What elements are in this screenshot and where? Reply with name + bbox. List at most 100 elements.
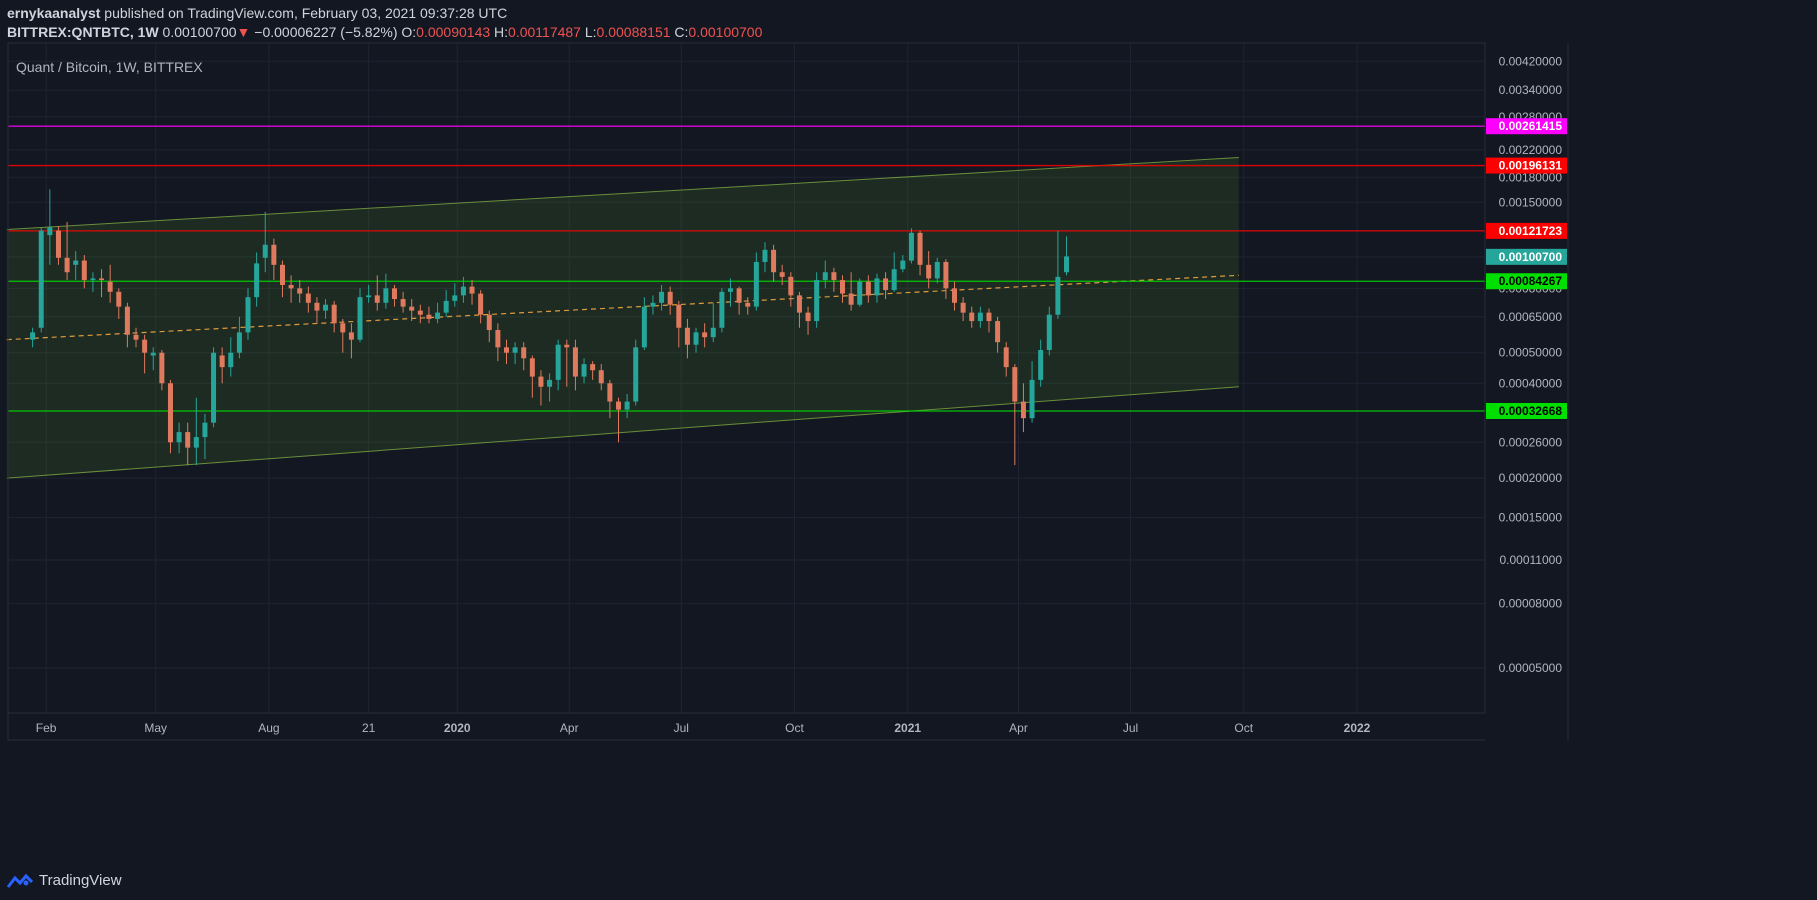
tradingview-brand[interactable]: TradingView bbox=[7, 872, 122, 889]
candle-body bbox=[38, 230, 44, 328]
tradingview-logo-icon bbox=[7, 873, 33, 888]
candle-body bbox=[753, 261, 759, 307]
candle-body bbox=[995, 321, 1001, 343]
price-tick-label: 0.00008000 bbox=[1499, 597, 1563, 611]
candle bbox=[908, 228, 914, 264]
candle-body bbox=[960, 302, 966, 313]
candle-body bbox=[176, 432, 182, 443]
candle-body bbox=[314, 302, 320, 311]
candle bbox=[857, 278, 863, 307]
candle-body bbox=[529, 358, 535, 377]
candle-body bbox=[943, 261, 949, 289]
candle-body bbox=[547, 379, 553, 387]
time-tick-label: 2022 bbox=[1344, 721, 1371, 735]
candle-body bbox=[822, 272, 828, 281]
candle-body bbox=[417, 310, 423, 315]
candle-body bbox=[865, 281, 871, 296]
time-tick-label: Aug bbox=[258, 721, 279, 735]
candle-body bbox=[193, 437, 199, 448]
price-tick-label: 0.00011000 bbox=[1499, 553, 1562, 567]
candle-body bbox=[460, 286, 466, 296]
time-tick-label: May bbox=[144, 721, 167, 735]
time-tick-label: 21 bbox=[362, 721, 376, 735]
candle-body bbox=[262, 244, 268, 258]
candle-body bbox=[900, 260, 906, 270]
price-tick-label: 0.00065000 bbox=[1499, 310, 1563, 324]
candle bbox=[211, 347, 217, 428]
candle-body bbox=[659, 291, 665, 303]
candle bbox=[38, 227, 44, 333]
candle-body bbox=[391, 288, 397, 300]
candle-body bbox=[305, 293, 311, 303]
candle-body bbox=[323, 304, 329, 311]
candle bbox=[719, 288, 725, 333]
candle-body bbox=[650, 302, 656, 307]
candle-body bbox=[736, 288, 742, 303]
candle-body bbox=[357, 297, 363, 340]
price-tick-label: 0.00015000 bbox=[1499, 511, 1563, 525]
candle-body bbox=[908, 232, 914, 261]
price-tick-label: 0.00020000 bbox=[1499, 471, 1563, 485]
candle-body bbox=[1012, 367, 1018, 402]
candle-body bbox=[409, 306, 415, 311]
candle bbox=[167, 379, 173, 454]
candle-body bbox=[719, 291, 725, 328]
candle-body bbox=[572, 347, 578, 377]
price-tick-label: 0.00040000 bbox=[1499, 376, 1563, 390]
candle-body bbox=[684, 327, 690, 345]
candle-body bbox=[796, 295, 802, 313]
candle-body bbox=[1064, 256, 1070, 273]
candle-body bbox=[185, 432, 191, 448]
candle-body bbox=[400, 299, 406, 307]
candle-body bbox=[107, 281, 113, 292]
price-tag-label: 0.00261415 bbox=[1499, 119, 1563, 133]
candle-body bbox=[693, 332, 699, 345]
candle-body bbox=[228, 352, 234, 368]
candle bbox=[633, 339, 639, 406]
candle-body bbox=[986, 312, 992, 322]
candle-body bbox=[848, 293, 854, 305]
time-tick-label: Jul bbox=[674, 721, 689, 735]
candle-body bbox=[219, 355, 225, 368]
candle-body bbox=[564, 344, 570, 348]
price-tick-label: 0.00220000 bbox=[1499, 143, 1563, 157]
price-tick-label: 0.00150000 bbox=[1499, 195, 1563, 209]
candle-body bbox=[857, 281, 863, 305]
candle-body bbox=[340, 323, 346, 333]
time-tick-label: Apr bbox=[1009, 721, 1028, 735]
candle-body bbox=[503, 347, 509, 353]
price-tag-label: 0.00196131 bbox=[1499, 159, 1563, 173]
time-tick-label: 2020 bbox=[444, 721, 471, 735]
candle-body bbox=[727, 288, 733, 292]
candle-body bbox=[590, 364, 596, 371]
price-tick-label: 0.00340000 bbox=[1499, 83, 1563, 97]
candle-body bbox=[762, 249, 768, 262]
candle-body bbox=[581, 364, 587, 377]
candle-body bbox=[667, 291, 673, 305]
time-tick-label: Oct bbox=[1234, 721, 1253, 735]
candle-body bbox=[624, 401, 630, 410]
candle-body bbox=[245, 297, 251, 333]
candle-body bbox=[236, 332, 242, 353]
candle-body bbox=[254, 263, 260, 298]
price-chart[interactable]: 0.004200000.003400000.002800000.00220000… bbox=[0, 0, 1817, 880]
price-tag-label: 0.00032668 bbox=[1499, 404, 1563, 418]
candle-body bbox=[435, 312, 441, 319]
candle-body bbox=[55, 230, 61, 258]
candle-body bbox=[831, 272, 837, 281]
candle-body bbox=[73, 260, 79, 265]
price-tick-label: 0.00026000 bbox=[1499, 435, 1563, 449]
time-tick-label: 2021 bbox=[894, 721, 921, 735]
candle-body bbox=[538, 376, 544, 387]
time-tick-label: Oct bbox=[785, 721, 804, 735]
price-tick-label: 0.00050000 bbox=[1499, 346, 1563, 360]
candle-body bbox=[426, 314, 432, 319]
price-tick-label: 0.00005000 bbox=[1499, 661, 1563, 675]
candle-body bbox=[150, 352, 156, 356]
price-tick-label: 0.00420000 bbox=[1499, 54, 1563, 68]
candle-body bbox=[1003, 347, 1009, 368]
candle-body bbox=[771, 249, 777, 273]
candle-body bbox=[348, 332, 354, 340]
candle-body bbox=[641, 306, 647, 348]
candle bbox=[814, 272, 820, 328]
